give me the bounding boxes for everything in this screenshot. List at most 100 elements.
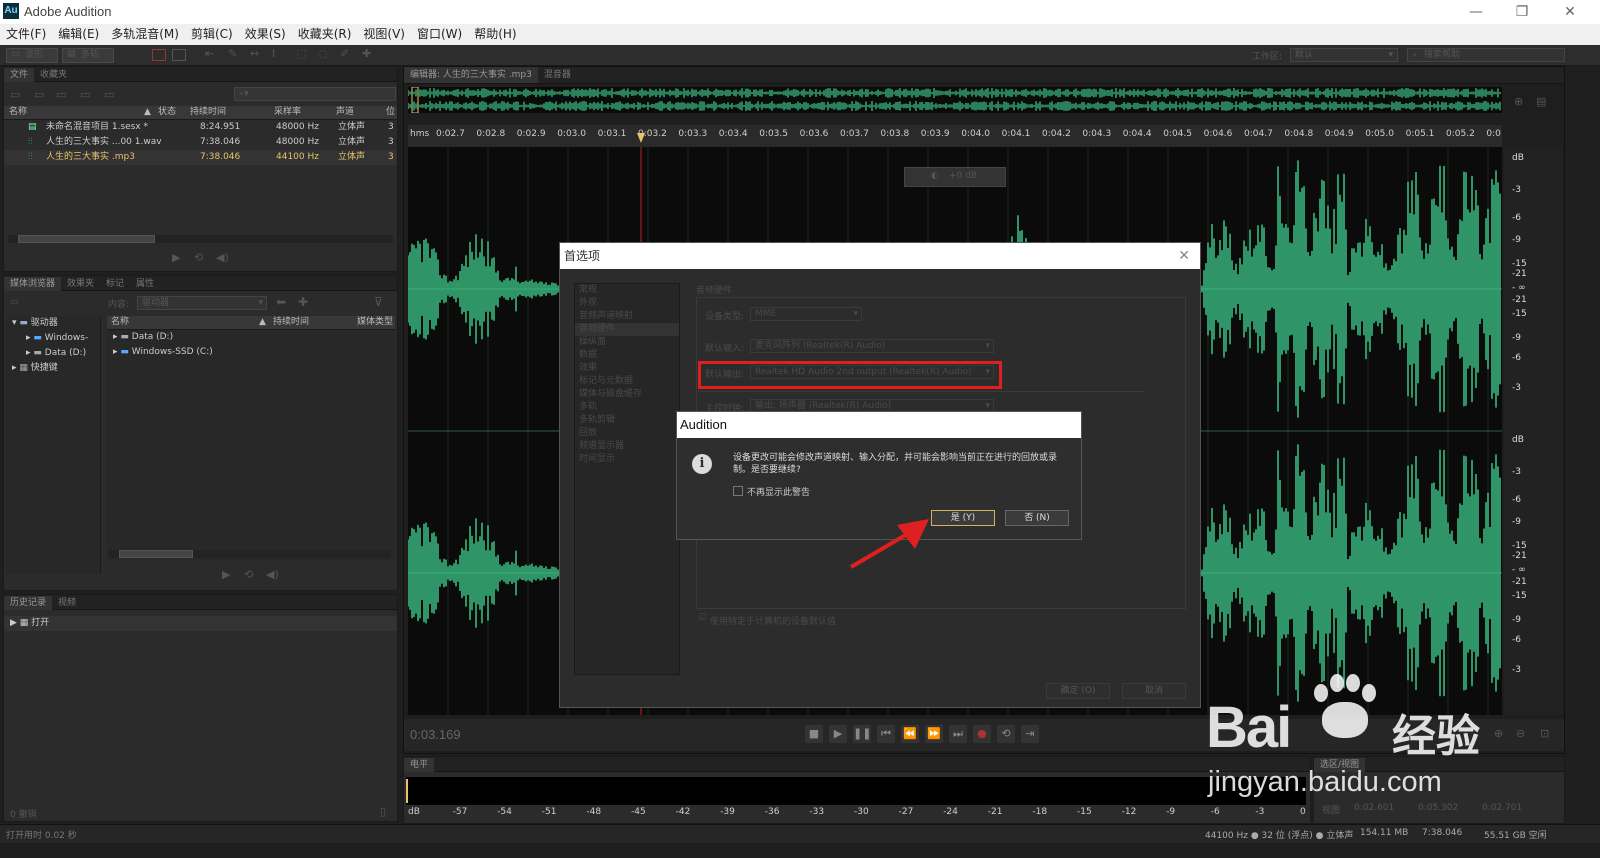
- yes-button[interactable]: 是 (Y): [931, 510, 995, 526]
- col-name[interactable]: 名称: [9, 106, 27, 119]
- waveform-view-button[interactable]: ▭ 波形: [6, 48, 58, 63]
- healing-tool-icon[interactable]: ✚: [362, 47, 371, 60]
- loop-button[interactable]: ⟲: [997, 725, 1015, 743]
- close-icon[interactable]: ✕: [1178, 243, 1190, 269]
- marquee-tool-icon[interactable]: ⬚: [296, 47, 306, 60]
- menu-favorites[interactable]: 收藏夹(R): [292, 24, 358, 44]
- checkbox-icon[interactable]: ☑: [698, 613, 706, 623]
- tab-editor[interactable]: 编辑器: 人生的三大事实 .mp3: [404, 67, 538, 83]
- menu-view[interactable]: 视图(V): [357, 24, 411, 44]
- dont-show-checkbox[interactable]: [733, 486, 743, 496]
- pause-button[interactable]: ❚❚: [853, 725, 871, 743]
- horizontal-scrollbar[interactable]: [8, 235, 393, 243]
- panel-menu-icon[interactable]: ▤: [1536, 95, 1546, 108]
- menu-effects[interactable]: 效果(S): [239, 24, 292, 44]
- history-item[interactable]: ▶ ▦ 打开: [4, 616, 397, 631]
- insert-icon[interactable]: ▭: [80, 88, 90, 101]
- menu-window[interactable]: 窗口(W): [411, 24, 468, 44]
- new-file-icon[interactable]: ▭: [56, 88, 66, 101]
- no-button[interactable]: 否 (N): [1005, 510, 1069, 526]
- col-rate[interactable]: 采样率: [274, 106, 301, 119]
- menu-clip[interactable]: 剪辑(C): [185, 24, 239, 44]
- files-search-input[interactable]: ⌕▾: [234, 87, 396, 101]
- category-item[interactable]: 标记与元数据: [575, 375, 679, 388]
- time-ruler[interactable]: hms 0:02.7 0:02.8 0:02.9 0:03.0 0:03.1 0:03.2…: [408, 125, 1502, 147]
- delete-icon[interactable]: ▭: [104, 88, 114, 101]
- minimize-button[interactable]: —: [1456, 2, 1496, 22]
- lasso-tool-icon[interactable]: ◌: [318, 47, 328, 60]
- fast-forward-button[interactable]: ⏩: [925, 725, 943, 743]
- table-row[interactable]: ▤ 未命名混音项目 1.sesx * 8:24.951 48000 Hz 立体声…: [4, 120, 397, 135]
- play-icon[interactable]: ▶: [172, 251, 180, 264]
- back-arrow-icon[interactable]: ⬅: [276, 295, 286, 309]
- workspace-select[interactable]: 默认 ▾: [1290, 48, 1398, 62]
- tab-effects-rack[interactable]: 效果夹: [61, 277, 100, 291]
- category-item[interactable]: 常规: [575, 284, 679, 297]
- category-item[interactable]: 频谱显示器: [575, 440, 679, 453]
- play-button[interactable]: ▶: [829, 725, 847, 743]
- overview-view-box[interactable]: [411, 86, 419, 114]
- filter-icon[interactable]: ⊽: [374, 295, 383, 309]
- content-select[interactable]: 驱动器 ▾: [137, 296, 267, 310]
- tab-files[interactable]: 文件: [4, 68, 35, 82]
- col-duration[interactable]: 持续时间: [190, 106, 226, 119]
- loop-icon[interactable]: ⟲: [244, 568, 253, 581]
- close-button[interactable]: ✕: [1550, 2, 1590, 22]
- category-item[interactable]: 效果: [575, 362, 679, 375]
- tab-favorites[interactable]: 收藏夹: [34, 68, 73, 82]
- table-row[interactable]: ⫶⫶ 人生的三大事实 .mp3 7:38.046 44100 Hz 立体声 3: [4, 150, 397, 165]
- tab-levels[interactable]: 电平: [404, 758, 435, 772]
- brush-tool-icon[interactable]: ✐: [340, 47, 349, 60]
- list-item[interactable]: ▸ ▬ Data (D:): [107, 330, 395, 345]
- category-item[interactable]: 多轨: [575, 401, 679, 414]
- scroll-thumb[interactable]: [119, 550, 193, 558]
- category-item[interactable]: 音频声道映射: [575, 310, 679, 323]
- monitor-icon[interactable]: ▭: [10, 297, 19, 307]
- trash-icon[interactable]: ▯: [380, 805, 386, 818]
- category-item[interactable]: 回放: [575, 427, 679, 440]
- move-tool-icon[interactable]: ⇤: [205, 47, 214, 60]
- tree-item-shortcuts[interactable]: ▸ ▦ 快捷键: [6, 361, 100, 376]
- default-output-select[interactable]: Realtek HD Audio 2nd output (Realtek(R) …: [750, 365, 994, 379]
- category-item[interactable]: 时间显示: [575, 453, 679, 466]
- spectral-icon[interactable]: [152, 49, 166, 61]
- skip-start-button[interactable]: ⏮: [877, 725, 895, 743]
- col-name[interactable]: 名称: [111, 316, 129, 329]
- skip-selection-button[interactable]: ⇥: [1021, 725, 1039, 743]
- tab-markers[interactable]: 标记: [100, 277, 130, 291]
- volume-icon[interactable]: ◀): [266, 568, 279, 581]
- loop-icon[interactable]: ⟲: [194, 251, 203, 264]
- stop-button[interactable]: ■: [805, 725, 823, 743]
- tab-history[interactable]: 历史记录: [4, 596, 53, 610]
- category-item[interactable]: 媒体与磁盘缓存: [575, 388, 679, 401]
- col-channels[interactable]: 声道: [336, 106, 354, 119]
- category-item[interactable]: 外观: [575, 297, 679, 310]
- volume-icon[interactable]: ◀): [216, 251, 229, 264]
- tab-media-browser[interactable]: 媒体浏览器: [4, 277, 62, 291]
- device-type-select[interactable]: MME ▾: [750, 307, 862, 321]
- skip-end-button[interactable]: ⏭: [949, 725, 967, 743]
- zoom-icon[interactable]: ⊕: [1514, 95, 1523, 108]
- time-selection-tool-icon[interactable]: I: [272, 47, 275, 60]
- razor-tool-icon[interactable]: ✎: [228, 47, 237, 60]
- multitrack-view-button[interactable]: ▤ 多轨: [62, 48, 114, 63]
- scroll-thumb[interactable]: [18, 235, 155, 243]
- col-media-type[interactable]: 媒体类型: [357, 316, 393, 329]
- tab-properties[interactable]: 属性: [130, 277, 160, 291]
- search-help-input[interactable]: ⌕ 搜索帮助: [1407, 48, 1565, 62]
- tab-mixer[interactable]: 混音器: [538, 67, 577, 83]
- overview-waveform[interactable]: [407, 86, 1502, 114]
- category-item[interactable]: 数据: [575, 349, 679, 362]
- ok-button[interactable]: 确定 (O): [1046, 683, 1110, 699]
- hud-volume-control[interactable]: ◐ +0 dB: [904, 167, 1006, 187]
- menu-edit[interactable]: 编辑(E): [52, 24, 105, 44]
- open-folder-icon[interactable]: ▭: [10, 88, 20, 101]
- rewind-button[interactable]: ⏪: [901, 725, 919, 743]
- menu-file[interactable]: 文件(F): [0, 24, 52, 44]
- tab-video[interactable]: 视频: [52, 596, 82, 610]
- restore-button[interactable]: ❐: [1502, 2, 1542, 22]
- cancel-button[interactable]: 取消: [1122, 683, 1186, 699]
- slip-tool-icon[interactable]: ↔: [250, 47, 259, 60]
- tree-item-windows[interactable]: ▸ ▬ Windows-: [6, 331, 100, 346]
- col-status[interactable]: 状态: [158, 106, 176, 119]
